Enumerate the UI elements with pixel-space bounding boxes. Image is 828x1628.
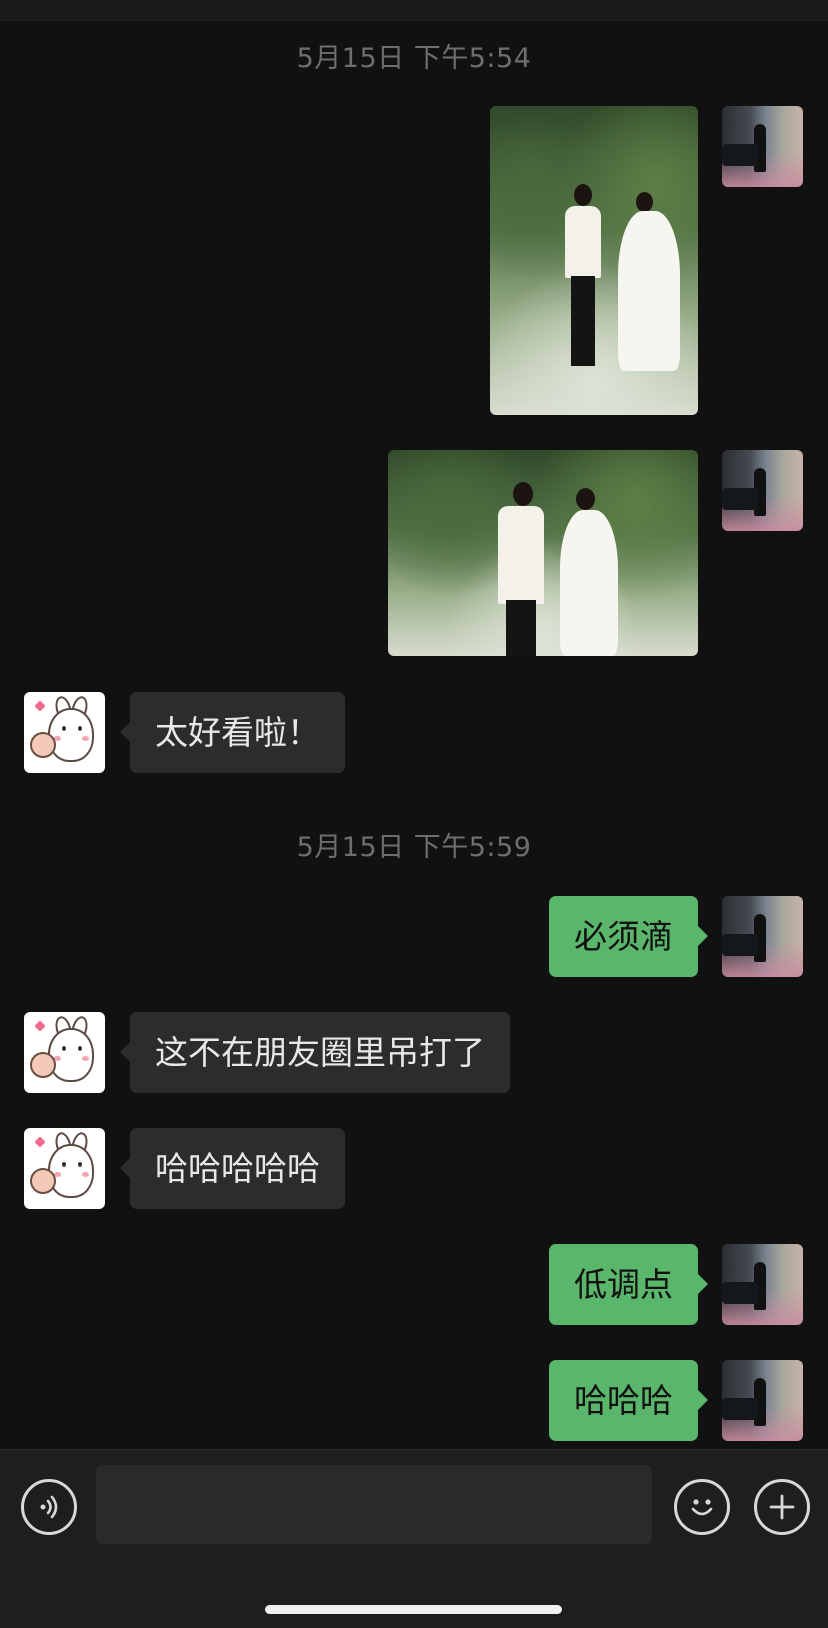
groom-trousers <box>506 600 536 656</box>
my-avatar[interactable] <box>722 1360 803 1441</box>
add-more-icon <box>769 1494 795 1520</box>
my-avatar[interactable] <box>722 1244 803 1325</box>
chat-message-list[interactable]: 5月15日 下午5:54 太好看啦！ 5月15日 下午5:59 必须滴 这不在朋… <box>0 20 828 1450</box>
timestamp: 5月15日 下午5:59 <box>296 832 532 863</box>
heart-icon <box>34 1136 46 1148</box>
friend-avatar[interactable] <box>24 1012 105 1093</box>
friend-avatar[interactable] <box>24 692 105 773</box>
received-message[interactable]: 太好看啦！ <box>120 692 345 773</box>
groom-suit <box>498 506 544 604</box>
bride-head <box>636 192 653 212</box>
my-avatar[interactable] <box>722 896 803 977</box>
emoji-icon[interactable] <box>674 1479 730 1535</box>
bride-dress <box>618 211 680 371</box>
heart-icon <box>34 1020 46 1032</box>
input-bar <box>0 1449 828 1628</box>
message-input[interactable] <box>96 1465 652 1544</box>
groom-head <box>574 184 592 206</box>
groom-head <box>513 482 533 506</box>
groom-trousers <box>571 276 595 366</box>
top-bar <box>0 0 828 21</box>
my-avatar[interactable] <box>722 106 803 187</box>
received-message[interactable]: 哈哈哈哈哈 <box>120 1128 345 1209</box>
bride-dress <box>560 510 618 656</box>
bunny-icon <box>48 1144 94 1198</box>
sent-message[interactable]: 哈哈哈 <box>549 1360 708 1441</box>
heart-icon <box>34 700 46 712</box>
groom-suit <box>565 206 601 278</box>
image-message-1[interactable] <box>490 106 698 415</box>
sent-message[interactable]: 低调点 <box>549 1244 708 1325</box>
voice-wave-icon <box>40 1495 58 1519</box>
sent-message[interactable]: 必须滴 <box>549 896 708 977</box>
bunny-icon <box>48 1028 94 1082</box>
plus-icon[interactable] <box>754 1479 810 1535</box>
image-message-2[interactable] <box>388 450 698 656</box>
smiley-face-icon <box>691 1499 713 1516</box>
timestamp: 5月15日 下午5:54 <box>296 43 532 74</box>
voice-icon[interactable] <box>21 1479 77 1535</box>
bride-head <box>576 488 595 510</box>
my-avatar[interactable] <box>722 450 803 531</box>
friend-avatar[interactable] <box>24 1128 105 1209</box>
home-indicator[interactable] <box>265 1605 562 1614</box>
received-message[interactable]: 这不在朋友圈里吊打了 <box>120 1012 510 1093</box>
bunny-icon <box>48 708 94 762</box>
